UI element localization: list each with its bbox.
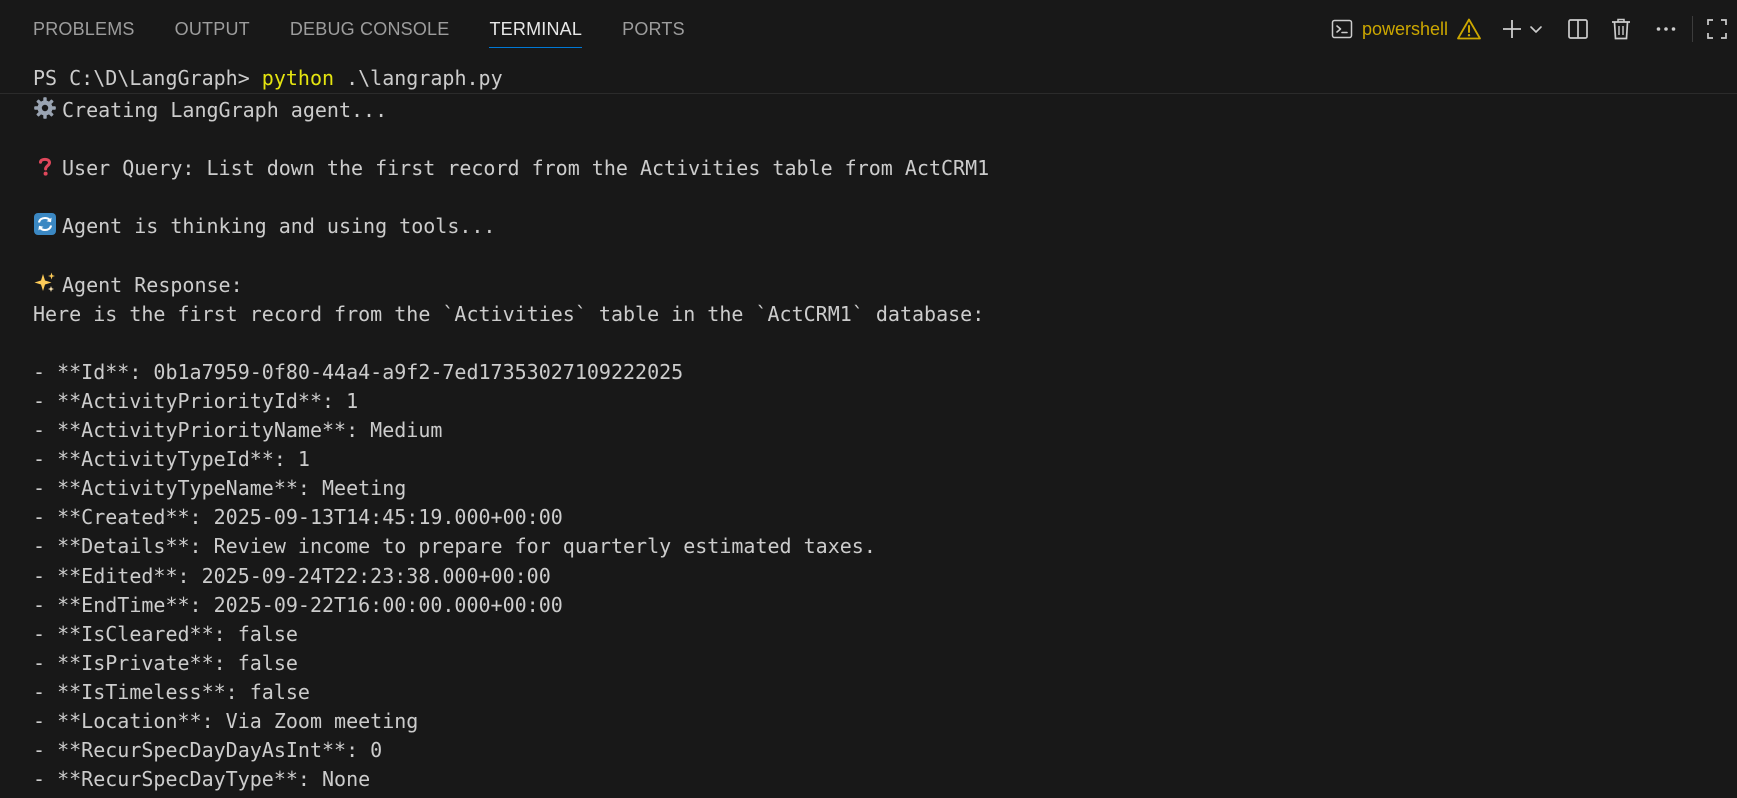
split-terminal-icon xyxy=(1566,17,1590,41)
command-args: .\langraph.py xyxy=(334,66,503,90)
terminal-line: - **Details**: Review income to prepare … xyxy=(33,532,1723,561)
terminal-line-text: - **Created**: 2025-09-13T14:45:19.000+0… xyxy=(33,505,563,530)
terminal-line-text: - **EndTime**: 2025-09-22T16:00:00.000+0… xyxy=(33,592,563,617)
trash-icon xyxy=(1610,17,1632,41)
question-icon xyxy=(33,154,59,176)
new-terminal-button[interactable] xyxy=(1500,13,1524,45)
kill-terminal-button[interactable] xyxy=(1610,13,1632,45)
panel-tabs: PROBLEMS OUTPUT DEBUG CONSOLE TERMINAL P… xyxy=(33,0,725,58)
terminal-line-text: - **ActivityPriorityId**: 1 xyxy=(33,388,359,413)
terminal-line: - **Edited**: 2025-09-24T22:23:38.000+00… xyxy=(33,562,1723,591)
terminal-selector[interactable]: powershell xyxy=(1330,13,1500,45)
terminal-toolbar: powershell xyxy=(1330,0,1729,58)
terminal-line-text: Agent is thinking and using tools... xyxy=(62,214,496,239)
terminal-line: Here is the first record from the `Activ… xyxy=(33,300,1723,329)
terminal-line: - **Created**: 2025-09-13T14:45:19.000+0… xyxy=(33,503,1723,532)
terminal-line-text: - **IsCleared**: false xyxy=(33,621,298,646)
terminal-line: - **Location**: Via Zoom meeting xyxy=(33,707,1723,736)
tab-ports[interactable]: PORTS xyxy=(622,0,685,58)
terminal-line: - **ActivityPriorityName**: Medium xyxy=(33,416,1723,445)
terminal-line: - **IsTimeless**: false xyxy=(33,678,1723,707)
terminal-powershell-icon xyxy=(1330,17,1354,41)
terminal-line-text: - **ActivityTypeId**: 1 xyxy=(33,447,310,472)
panel-tab-bar: PROBLEMS OUTPUT DEBUG CONSOLE TERMINAL P… xyxy=(0,0,1737,58)
terminal-line-text: - **Location**: Via Zoom meeting xyxy=(33,708,419,733)
terminal-line: - **IsPrivate**: false xyxy=(33,649,1723,678)
gear-icon xyxy=(33,96,59,119)
terminal-line: User Query: List down the first record f… xyxy=(33,154,1723,183)
terminal-line-text: Creating LangGraph agent... xyxy=(62,98,388,122)
terminal-line-text: - **RecurSpecDayType**: None xyxy=(33,767,371,792)
terminal-line-text: - **RecurSpecDayDayAsInt**: 0 xyxy=(33,738,383,763)
tab-output[interactable]: OUTPUT xyxy=(175,0,250,58)
terminal-line-text: - **Edited**: 2025-09-24T22:23:38.000+00… xyxy=(33,563,551,588)
tab-problems[interactable]: PROBLEMS xyxy=(33,0,135,58)
warning-icon[interactable] xyxy=(1456,17,1482,41)
terminal-line: Agent is thinking and using tools... xyxy=(33,212,1723,241)
terminal-output: Creating LangGraph agent... User Query: L… xyxy=(33,96,1723,794)
terminal-line-text: - **Id**: 0b1a7959-0f80-44a4-a9f2-7ed173… xyxy=(33,359,684,384)
terminal-line-text: Agent Response: xyxy=(62,272,243,297)
prompt-line: PS C:\D\LangGraph> python .\langraph.py xyxy=(33,64,503,93)
more-actions-button[interactable] xyxy=(1654,13,1678,45)
terminal-line: - **RecurSpecDayType**: None xyxy=(33,765,1723,794)
terminal-line: - **EndTime**: 2025-09-22T16:00:00.000+0… xyxy=(33,591,1723,620)
ellipsis-icon xyxy=(1654,17,1678,41)
sparkles-icon xyxy=(33,271,59,293)
launch-profile-dropdown[interactable] xyxy=(1528,13,1544,45)
sticky-scroll-divider xyxy=(0,93,1737,94)
terminal-line: - **ActivityTypeName**: Meeting xyxy=(33,474,1723,503)
tab-debug-console[interactable]: DEBUG CONSOLE xyxy=(290,0,450,58)
terminal-line: - **Id**: 0b1a7959-0f80-44a4-a9f2-7ed173… xyxy=(33,358,1723,387)
terminal-line-text: Here is the first record from the `Activ… xyxy=(33,301,985,326)
toolbar-separator xyxy=(1692,16,1693,42)
terminal-line-text: - **Details**: Review income to prepare … xyxy=(33,534,876,559)
terminal-line: Agent Response: xyxy=(33,271,1723,300)
terminal-line-text: - **IsPrivate**: false xyxy=(33,650,298,675)
maximize-panel-button[interactable] xyxy=(1705,13,1729,45)
terminal-line: - **IsCleared**: false xyxy=(33,620,1723,649)
chevron-down-icon xyxy=(1528,21,1544,37)
terminal-line-text: User Query: List down the first record f… xyxy=(62,156,990,181)
terminal-line: - **ActivityPriorityId**: 1 xyxy=(33,387,1723,416)
terminal-line: Creating LangGraph agent... xyxy=(33,96,1723,125)
maximize-icon xyxy=(1705,17,1729,41)
terminal-line-text: - **ActivityPriorityName**: Medium xyxy=(33,418,443,443)
repeat-icon xyxy=(33,212,59,236)
command-executable: python xyxy=(261,66,335,90)
terminal-line-text: - **IsTimeless**: false xyxy=(33,679,310,704)
terminal-line: - **RecurSpecDayDayAsInt**: 0 xyxy=(33,736,1723,765)
terminal-line: - **ActivityTypeId**: 1 xyxy=(33,445,1723,474)
tab-terminal[interactable]: TERMINAL xyxy=(489,0,582,58)
plus-icon xyxy=(1500,17,1524,41)
terminal-line-text: - **ActivityTypeName**: Meeting xyxy=(33,476,407,501)
prompt-text: PS C:\D\LangGraph> xyxy=(33,66,262,90)
shell-label: powershell xyxy=(1361,18,1448,39)
split-terminal-button[interactable] xyxy=(1566,13,1590,45)
